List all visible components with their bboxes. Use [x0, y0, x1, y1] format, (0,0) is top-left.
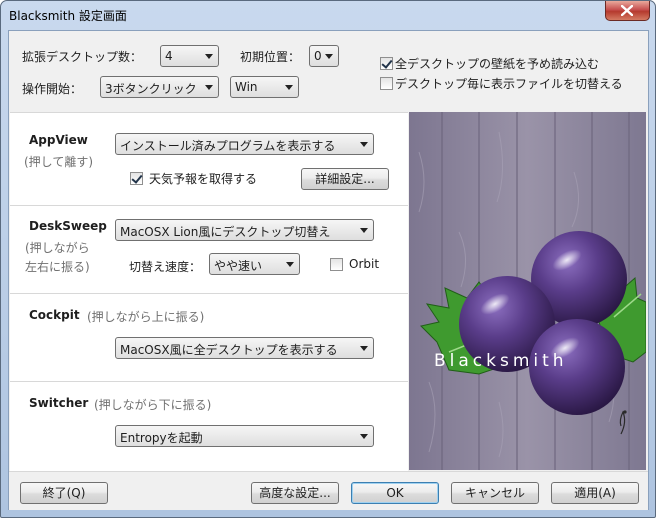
appview-title: AppView — [29, 133, 88, 147]
exit-button[interactable]: 終了(Q) — [20, 482, 108, 504]
orbit-label: Orbit — [349, 257, 380, 271]
close-icon — [621, 5, 633, 16]
initpos-label: 初期位置： — [240, 50, 301, 64]
window-title: Blacksmith 設定画面 — [9, 9, 127, 23]
start-label: 操作開始： — [22, 82, 83, 96]
preload-wallpaper-label: 全デスクトップの壁紙を予め読み込む — [395, 57, 600, 71]
chevron-down-icon — [360, 434, 368, 439]
switch-file-label: デスクトップ毎に表示ファイルを切替える — [395, 77, 623, 91]
desktops-select[interactable]: 4 — [160, 45, 219, 67]
ok-button[interactable]: OK — [351, 482, 439, 504]
settings-window: Blacksmith 設定画面 拡張デスクトップ数： 4 初期位置： 0 操作開… — [0, 0, 656, 518]
chevron-down-icon — [205, 54, 213, 59]
title-bar[interactable]: Blacksmith 設定画面 — [1, 1, 655, 31]
modifier-key-select[interactable]: Win — [230, 76, 299, 98]
switcher-subtitle: (押しながら下に振る) — [94, 398, 212, 412]
appview-action-select[interactable]: インストール済みプログラムを表示する — [115, 133, 374, 155]
cancel-button[interactable]: キャンセル — [451, 482, 539, 504]
start-trigger-select[interactable]: 3ボタンクリック — [100, 76, 219, 98]
switcher-section: Switcher (押しながら下に振る) Entropyを起動 — [10, 381, 408, 471]
weather-checkbox[interactable] — [130, 172, 143, 185]
cockpit-subtitle: (押しながら上に振る) — [87, 310, 205, 324]
speed-select[interactable]: やや速い — [209, 253, 300, 275]
desksweep-subtitle-line2: 左右に振る) — [25, 260, 90, 274]
detail-settings-button[interactable]: 詳細設定... — [301, 168, 389, 190]
brand-artwork: Blacksmith — [409, 112, 646, 470]
initpos-select[interactable]: 0 — [309, 45, 339, 67]
orbit-checkbox[interactable] — [330, 258, 343, 271]
desksweep-section: DeskSweep (押しながら 左右に振る) MacOSX Lion風にデスク… — [10, 205, 408, 293]
switch-file-checkbox[interactable] — [380, 77, 393, 90]
chevron-down-icon — [360, 346, 368, 351]
desksweep-subtitle-line1: (押しながら — [25, 241, 90, 255]
advanced-settings-button[interactable]: 高度な設定... — [251, 482, 339, 504]
desksweep-action-select[interactable]: MacOSX Lion風にデスクトップ切替え — [115, 219, 374, 241]
desktops-label: 拡張デスクトップ数： — [22, 50, 143, 64]
appview-section: AppView (押して離す) インストール済みプログラムを表示する 天気予報を… — [10, 112, 408, 205]
chevron-down-icon — [285, 85, 293, 90]
cockpit-title: Cockpit — [29, 308, 80, 322]
weather-label: 天気予報を取得する — [149, 172, 258, 186]
preload-wallpaper-checkbox[interactable] — [380, 57, 393, 70]
client-area: 拡張デスクトップ数： 4 初期位置： 0 操作開始： 3ボタンクリック Win … — [8, 30, 649, 510]
chevron-down-icon — [360, 228, 368, 233]
chevron-down-icon — [205, 85, 213, 90]
cockpit-section: Cockpit (押しながら上に振る) MacOSX風に全デスクトップを表示する — [10, 293, 408, 381]
chevron-down-icon — [325, 54, 333, 59]
switcher-title: Switcher — [29, 396, 89, 410]
chevron-down-icon — [360, 142, 368, 147]
switcher-action-select[interactable]: Entropyを起動 — [115, 425, 374, 447]
cockpit-action-select[interactable]: MacOSX風に全デスクトップを表示する — [115, 337, 374, 359]
speed-label: 切替え速度： — [129, 260, 202, 274]
chevron-down-icon — [286, 262, 294, 267]
desksweep-title: DeskSweep — [29, 219, 107, 233]
apply-button[interactable]: 適用(A) — [551, 482, 639, 504]
berries-logo-image: Blacksmith — [409, 112, 646, 470]
appview-subtitle: (押して離す) — [24, 155, 94, 169]
dialog-footer: 終了(Q) 高度な設定... OK キャンセル 適用(A) — [9, 471, 648, 510]
close-button[interactable] — [605, 1, 650, 21]
brand-text: Blacksmith — [434, 351, 568, 371]
